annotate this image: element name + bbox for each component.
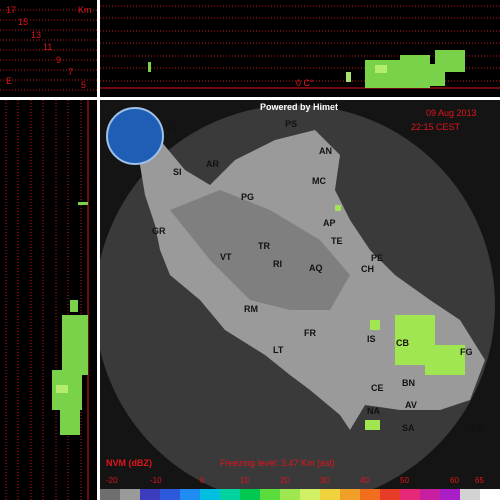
city-label: RI — [273, 259, 282, 269]
time-label: 22:15 CEST — [411, 122, 461, 132]
city-label: NA — [367, 406, 380, 416]
city-label: PE — [371, 253, 384, 263]
scale-swatch — [200, 489, 220, 500]
scale-tick: 20 — [280, 476, 289, 485]
city-label: TE — [331, 236, 343, 246]
city-label: AN — [319, 146, 332, 156]
protezione-civile-logo — [106, 107, 164, 165]
scale-swatch — [160, 489, 180, 500]
city-label: FI — [168, 126, 176, 136]
radar-map: Powered by Himet 09 Aug 2013 22:15 CEST … — [100, 100, 500, 500]
scale-tick: 10 — [240, 476, 249, 485]
scale-swatch — [380, 489, 400, 500]
scale-swatch — [320, 489, 340, 500]
scale-swatch — [280, 489, 300, 500]
city-label: TR — [258, 241, 270, 251]
echo-cells-left — [52, 202, 88, 435]
scale-tick: 65 — [475, 476, 484, 485]
scale-tick: 30 — [320, 476, 329, 485]
city-label: LT — [273, 345, 284, 355]
scale-swatch — [260, 489, 280, 500]
city-label: AR — [206, 159, 219, 169]
scale-swatch — [420, 489, 440, 500]
city-label: CE — [371, 383, 384, 393]
map-background — [100, 105, 495, 500]
vertical-divider — [97, 0, 100, 500]
horizontal-divider — [0, 97, 500, 100]
city-label: CH — [361, 264, 374, 274]
legend-title: NVM (dBZ) — [106, 458, 152, 468]
height-axis-corner: Km 17 15 13 11 9 7 5 E — [0, 0, 100, 100]
city-label: IS — [367, 334, 376, 344]
scale-swatch — [180, 489, 200, 500]
left-cross-section — [0, 100, 100, 500]
height-tick-17: 17 — [6, 5, 17, 15]
scale-swatch — [460, 489, 480, 500]
scale-swatch — [300, 489, 320, 500]
scale-swatch — [220, 489, 240, 500]
powered-by-label: Powered by Himet — [260, 102, 339, 112]
height-unit-label: Km — [78, 5, 92, 15]
height-tick-7: 7 — [68, 67, 74, 77]
scale-swatch — [100, 489, 120, 500]
scale-tick: 60 — [450, 476, 459, 485]
height-tick-15: 15 — [18, 17, 29, 27]
scale-swatch — [440, 489, 460, 500]
city-label: PG — [241, 192, 255, 202]
scale-swatch — [480, 489, 500, 500]
height-tick-13: 13 — [31, 30, 42, 40]
city-label: PS — [285, 119, 298, 129]
city-label: SA — [402, 423, 415, 433]
scale-swatch — [240, 489, 260, 500]
scale-tick: 50 — [400, 476, 409, 485]
scale-tick: -20 — [106, 476, 118, 485]
scale-tick: -10 — [150, 476, 162, 485]
height-tick-5: 5 — [81, 80, 87, 90]
scale-tick: 0 — [200, 476, 205, 485]
freezing-level-label: Freezing level: 3.47 Km (asl) — [220, 458, 335, 468]
freezing-marker-label: 0 C° — [296, 78, 314, 88]
city-label: BN — [402, 378, 415, 388]
city-label: FG — [460, 347, 473, 357]
scale-swatch — [360, 489, 380, 500]
city-label: SI — [173, 167, 182, 177]
city-label: PZ — [471, 424, 483, 434]
city-label: AV — [405, 400, 417, 410]
color-scale-bar — [100, 489, 500, 500]
city-label: VT — [220, 252, 232, 262]
scale-swatch — [400, 489, 420, 500]
city-label: AQ — [309, 263, 323, 273]
scale-swatch — [120, 489, 140, 500]
scale-swatch — [340, 489, 360, 500]
scale-swatch — [140, 489, 160, 500]
city-label: RM — [244, 304, 258, 314]
top-cross-section: 0 C° — [100, 0, 500, 100]
corner-letter: E — [6, 76, 13, 86]
left-cross-section-grid — [5, 100, 89, 500]
city-label: FR — [304, 328, 316, 338]
city-label: AP — [323, 218, 336, 228]
scale-tick: 40 — [360, 476, 369, 485]
city-label: MC — [312, 176, 326, 186]
height-tick-9: 9 — [56, 55, 62, 65]
city-label: CB — [396, 338, 409, 348]
city-label: GR — [152, 226, 166, 236]
date-label: 09 Aug 2013 — [426, 108, 477, 118]
height-tick-11: 11 — [43, 42, 53, 52]
